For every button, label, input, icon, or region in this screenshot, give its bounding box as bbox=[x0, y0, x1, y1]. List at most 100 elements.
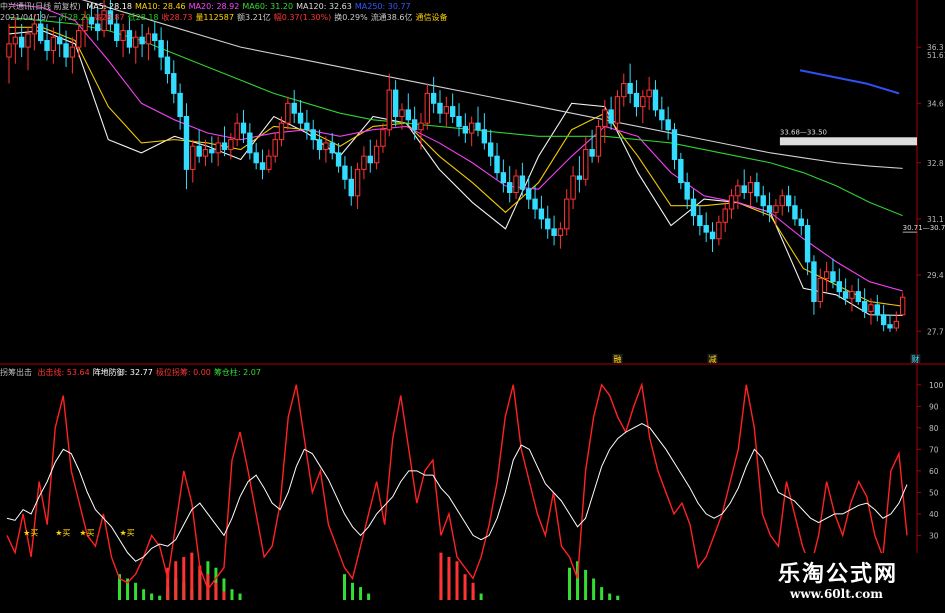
candle-body bbox=[532, 198, 538, 210]
candle-body bbox=[354, 168, 361, 197]
main-header: 中兴通讯(日线 前复权) MA5: 28.18 MA10: 28.46 MA20: … bbox=[0, 1, 417, 12]
candle-body bbox=[114, 23, 120, 42]
turn-bar bbox=[214, 582, 218, 600]
candle-body bbox=[399, 109, 405, 118]
price-tick-label: 27.7 bbox=[927, 327, 944, 336]
candle-body bbox=[665, 119, 671, 131]
candle-body bbox=[659, 109, 665, 121]
indicator-axis: 1009080706050403020 bbox=[917, 381, 944, 562]
quote-field-9: 流通38.6亿 bbox=[370, 13, 413, 22]
stock-name[interactable]: 中兴通讯(日线 前复权) bbox=[0, 2, 81, 11]
candle-body bbox=[570, 175, 576, 200]
turn-bar bbox=[190, 552, 194, 600]
stock-chart-svg[interactable]: 36.334.632.831.129.427.751.61% ←40.3733.… bbox=[0, 0, 945, 609]
candle-body bbox=[703, 225, 709, 233]
chip-bar bbox=[592, 578, 596, 600]
candle-body bbox=[564, 198, 570, 230]
candle-body bbox=[608, 109, 614, 124]
chip-bar bbox=[568, 567, 571, 600]
indicator-tick-label: 100 bbox=[929, 381, 944, 390]
candle-body bbox=[196, 145, 202, 157]
candle-body bbox=[449, 106, 456, 118]
ma-label-5: MA250: 30.77 bbox=[354, 2, 411, 11]
candle-body bbox=[329, 142, 335, 154]
candle-body bbox=[323, 142, 329, 151]
candle-body bbox=[785, 195, 792, 207]
candle-body bbox=[576, 175, 583, 180]
candle-body bbox=[893, 320, 900, 329]
chip-bar bbox=[479, 593, 483, 600]
candle-body bbox=[716, 221, 722, 240]
candle-body bbox=[37, 23, 44, 42]
quote-field-6: 额3.21亿 bbox=[236, 13, 271, 22]
candle-body bbox=[595, 125, 602, 157]
event-tag: 财 bbox=[911, 354, 919, 364]
candle-body bbox=[456, 116, 462, 127]
candle-body bbox=[259, 162, 266, 170]
candle-body bbox=[126, 30, 133, 48]
candle-body bbox=[728, 195, 735, 210]
turn-bar bbox=[439, 552, 443, 600]
watermark-url: www.60lt.com bbox=[790, 587, 883, 601]
candle-body bbox=[646, 89, 652, 98]
candle-body bbox=[215, 142, 221, 154]
candle-body bbox=[380, 129, 386, 147]
candle-body bbox=[621, 82, 627, 98]
candle-body bbox=[342, 165, 348, 180]
candle-body bbox=[627, 82, 633, 94]
indicator-name[interactable]: 拐筹出击 bbox=[0, 368, 32, 377]
chip-bar bbox=[230, 589, 234, 600]
candle-body bbox=[633, 92, 640, 108]
candle-body bbox=[697, 215, 703, 227]
ma-label-1: MA10: 28.46 bbox=[134, 2, 186, 11]
candle-body bbox=[487, 142, 494, 157]
candle-body bbox=[722, 208, 728, 223]
candle-body bbox=[899, 296, 906, 316]
candle-body bbox=[44, 40, 50, 51]
candle-body bbox=[887, 324, 893, 329]
price-annotations: ←40.3733.68—33.5030.71—30.7027.68—融减财融 bbox=[612, 129, 945, 364]
candle-body bbox=[348, 178, 354, 197]
indicator-tick-label: 50 bbox=[929, 488, 939, 497]
turn-bar bbox=[463, 574, 467, 600]
buy-signal: ★买 bbox=[79, 528, 94, 537]
indicator-header: 拐筹出击 出击线: 53.64 阵地防御: 32.77 极位拐筹: 0.00 筹仓柱:… bbox=[0, 367, 267, 378]
band-annotation-1: 33.68—33.50 bbox=[780, 129, 827, 137]
candle-body bbox=[411, 119, 418, 131]
quote-field-3: 低28.18 bbox=[127, 13, 159, 22]
candle-body bbox=[240, 122, 247, 134]
candle-body bbox=[202, 149, 209, 157]
chip-bar bbox=[238, 593, 242, 600]
candle-body bbox=[551, 228, 557, 236]
candle-body bbox=[63, 43, 69, 58]
indicator-tick-label: 90 bbox=[929, 402, 939, 411]
candle-body bbox=[475, 122, 481, 131]
candle-body bbox=[228, 139, 234, 151]
candle-body bbox=[405, 109, 411, 121]
defense-line bbox=[6, 422, 908, 562]
candle-body bbox=[304, 122, 310, 131]
candle-body bbox=[418, 122, 424, 131]
price-tick-label: 34.6 bbox=[927, 99, 944, 108]
candle-body bbox=[253, 152, 259, 164]
buy-signal: ★买 bbox=[120, 528, 135, 537]
candle-body bbox=[652, 89, 659, 111]
candle-body bbox=[50, 36, 57, 51]
candle-body bbox=[747, 182, 754, 194]
chip-bar bbox=[343, 574, 346, 600]
price-tick-label: 31.1 bbox=[927, 215, 944, 224]
candle-body bbox=[735, 185, 741, 197]
chart-frame bbox=[0, 0, 945, 609]
resistance-band bbox=[779, 137, 917, 146]
chip-bar bbox=[600, 587, 604, 600]
candle-body bbox=[861, 301, 868, 312]
chart-stage[interactable]: 36.334.632.831.129.427.751.61% ←40.3733.… bbox=[0, 0, 945, 609]
candle-body bbox=[221, 142, 228, 151]
candle-body bbox=[69, 46, 76, 58]
price-tick-label: 29.4 bbox=[927, 271, 944, 280]
candle-body bbox=[709, 231, 716, 240]
candle-body bbox=[95, 23, 101, 32]
candle-body bbox=[177, 92, 183, 118]
chip-bar bbox=[359, 587, 363, 600]
candle-body bbox=[678, 158, 684, 184]
